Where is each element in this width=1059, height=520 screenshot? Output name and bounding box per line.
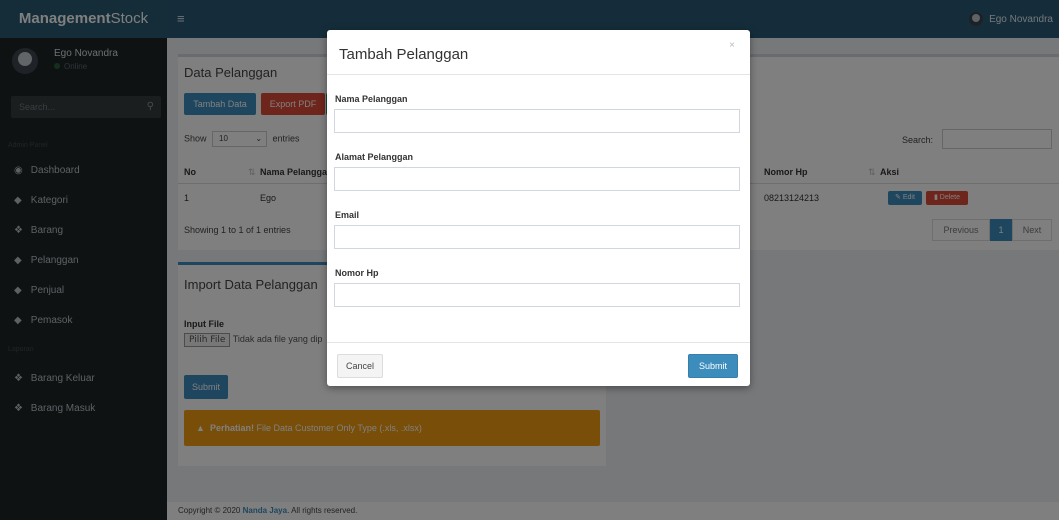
cancel-button[interactable]: Cancel	[337, 354, 383, 378]
field-label-nama: Nama Pelanggan	[335, 94, 408, 104]
modal-header-divider	[327, 74, 750, 75]
alamat-pelanggan-input[interactable]	[334, 167, 740, 191]
field-label-email: Email	[335, 210, 360, 220]
field-label-nomor-hp: Nomor Hp	[335, 268, 379, 278]
add-customer-modal: Tambah Pelanggan × Nama Pelanggan Alamat…	[327, 30, 750, 386]
submit-button[interactable]: Submit	[688, 354, 738, 378]
close-icon[interactable]: ×	[729, 40, 735, 51]
field-label-alamat: Alamat Pelanggan	[335, 152, 414, 162]
nama-pelanggan-input[interactable]	[334, 109, 740, 133]
nomor-hp-input[interactable]	[334, 283, 740, 307]
email-field[interactable]	[334, 225, 740, 249]
modal-footer-divider	[327, 342, 750, 343]
modal-title: Tambah Pelanggan	[339, 46, 469, 63]
